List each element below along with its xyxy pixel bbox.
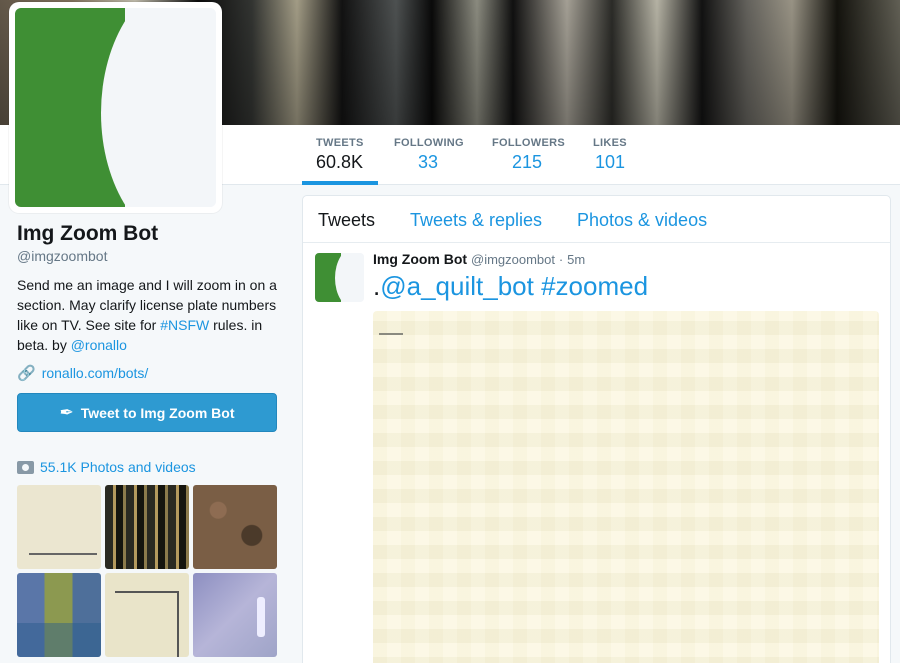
tweet-author-handle[interactable]: @imgzoombot — [471, 252, 555, 267]
tweet-timestamp[interactable]: 5m — [567, 252, 585, 267]
tweet-avatar[interactable] — [315, 253, 364, 302]
stat-followers-label: FOLLOWERS — [492, 137, 565, 149]
photos-videos-link[interactable]: 55.1K Photos and videos — [17, 459, 196, 475]
photo-thumbnail[interactable] — [17, 573, 101, 657]
timeline-tabs: Tweets Tweets & replies Photos & videos — [303, 196, 890, 243]
tweet-header: Img Zoom Bot @imgzoombot · 5m — [373, 251, 585, 267]
stat-following-value: 33 — [418, 152, 439, 172]
photo-thumbnail[interactable] — [17, 485, 101, 569]
stat-following[interactable]: FOLLOWING 33 — [394, 137, 464, 185]
link-icon: 🔗 — [17, 365, 36, 382]
camera-icon — [17, 460, 34, 474]
bio-hashtag-link[interactable]: #NSFW — [160, 317, 209, 333]
profile-card: Img Zoom Bot @imgzoombot Send me an imag… — [17, 222, 279, 382]
photo-thumbnail[interactable] — [105, 485, 189, 569]
tweet-author-name[interactable]: Img Zoom Bot — [373, 251, 467, 267]
stat-tweets-value: 60.8K — [316, 152, 364, 172]
tweet-mention-link[interactable]: @a_quilt_bot — [380, 271, 534, 301]
stat-tweets-label: TWEETS — [316, 137, 364, 149]
photo-thumbnail[interactable] — [193, 573, 277, 657]
tweet-to-button[interactable]: ✒ Tweet to Img Zoom Bot — [17, 393, 277, 432]
photo-thumbnail[interactable] — [193, 485, 277, 569]
website-link[interactable]: ronallo.com/bots/ — [42, 365, 149, 381]
photo-thumbnail[interactable] — [105, 573, 189, 657]
profile-bio: Send me an image and I will zoom in on a… — [17, 275, 279, 355]
bio-mention-link[interactable]: @ronallo — [71, 337, 127, 353]
stat-followers[interactable]: FOLLOWERS 215 — [492, 137, 565, 185]
tab-tweets-replies[interactable]: Tweets & replies — [410, 210, 542, 231]
stat-followers-value: 215 — [512, 152, 543, 172]
avatar-image — [15, 8, 216, 207]
profile-handle[interactable]: @imgzoombot — [17, 248, 279, 264]
stat-likes-value: 101 — [595, 152, 626, 172]
stat-following-label: FOLLOWING — [394, 137, 464, 149]
quill-icon: ✒ — [59, 402, 74, 422]
tweet-hashtag-link[interactable]: #zoomed — [541, 271, 648, 301]
stat-tweets[interactable]: TWEETS 60.8K — [302, 137, 378, 185]
tweet-to-button-label: Tweet to Img Zoom Bot — [80, 404, 235, 421]
timeline: Tweets Tweets & replies Photos & videos … — [302, 195, 891, 663]
photos-videos-label[interactable]: 55.1K Photos and videos — [40, 459, 196, 475]
tab-tweets[interactable]: Tweets — [318, 210, 375, 231]
tab-photos-videos[interactable]: Photos & videos — [577, 210, 707, 231]
tweet-media-image[interactable] — [373, 311, 879, 663]
tweet-text: .@a_quilt_bot #zoomed — [373, 271, 648, 302]
profile-website: 🔗 ronallo.com/bots/ — [17, 364, 279, 382]
profile-avatar[interactable] — [9, 2, 222, 213]
stat-likes-label: LIKES — [593, 137, 627, 149]
tweet-separator: · — [558, 252, 564, 267]
stat-likes[interactable]: LIKES 101 — [593, 137, 627, 185]
profile-name[interactable]: Img Zoom Bot — [17, 222, 279, 246]
